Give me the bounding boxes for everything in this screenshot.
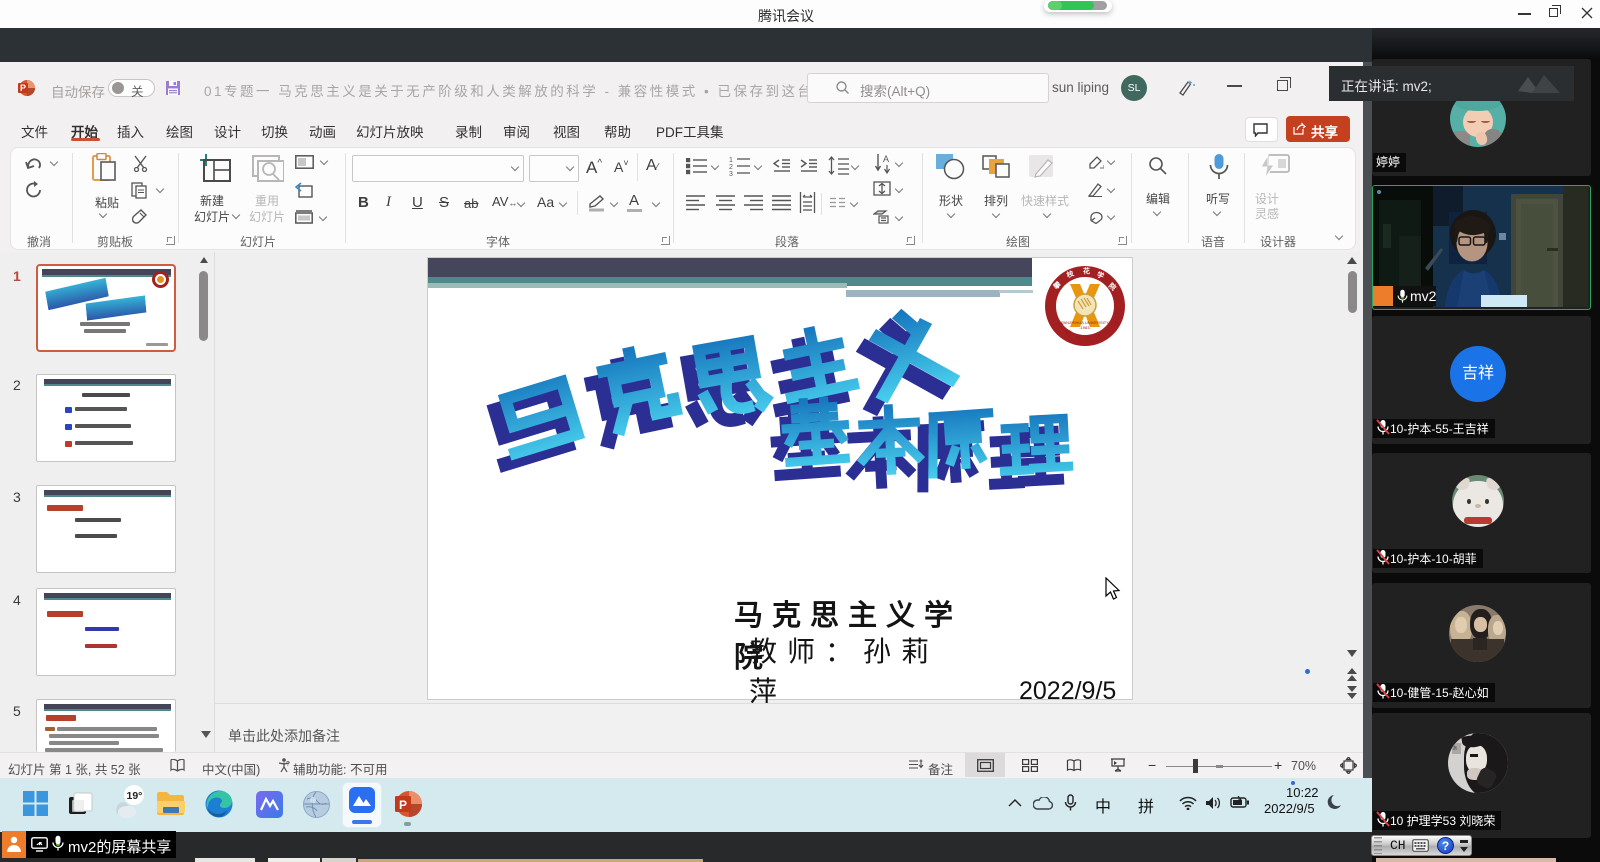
svg-text:1: 1 [729,157,733,164]
svg-text:?: ? [286,761,290,768]
svg-text:P: P [20,83,26,93]
svg-text:19°: 19° [127,790,143,802]
svg-text:A: A [883,154,889,164]
svg-text:2: 2 [729,164,733,171]
svg-text:3: 3 [729,171,733,176]
svg-text:P: P [399,798,407,812]
